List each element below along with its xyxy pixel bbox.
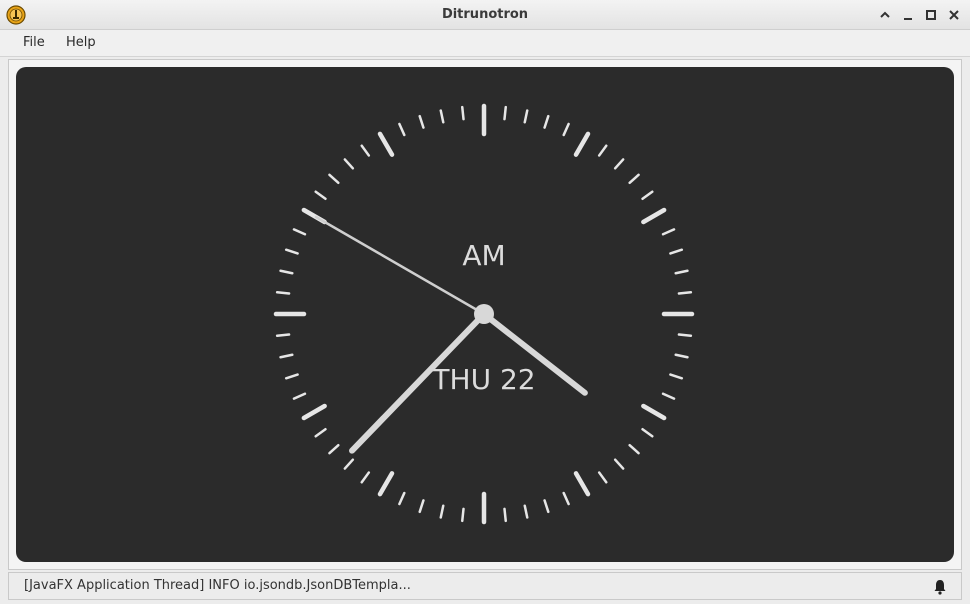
maximize-icon: [926, 10, 936, 20]
minute-tick: [669, 248, 684, 255]
minute-tick: [328, 173, 340, 185]
minute-tick: [360, 144, 371, 157]
bell-icon[interactable]: [933, 579, 947, 595]
minimize-icon: [904, 18, 912, 20]
clock-panel: AM THU 22: [16, 67, 954, 562]
minute-tick: [628, 443, 640, 455]
minute-tick: [360, 471, 371, 484]
minute-tick: [562, 122, 570, 137]
minute-tick: [279, 353, 294, 359]
close-button[interactable]: [945, 6, 963, 24]
minute-tick: [398, 122, 406, 137]
status-message: [JavaFX Application Thread] INFO io.json…: [24, 578, 411, 593]
minute-tick: [503, 507, 507, 523]
second-hand: [314, 215, 486, 316]
hour-tick: [301, 403, 327, 421]
close-icon: [949, 10, 959, 20]
minute-tick: [613, 458, 625, 470]
minute-tick: [641, 190, 654, 201]
minute-tick: [641, 427, 654, 438]
minute-tick: [543, 114, 550, 129]
minute-tick: [613, 158, 625, 170]
minute-tick: [677, 291, 693, 295]
hour-tick: [573, 131, 591, 157]
minute-tick: [343, 458, 355, 470]
period-label: AM: [462, 239, 505, 272]
minute-tick: [343, 158, 355, 170]
analog-clock: AM THU 22: [273, 103, 695, 525]
shade-button[interactable]: [876, 6, 894, 24]
minute-tick: [292, 228, 307, 236]
window-title: Ditrunotron: [441, 7, 529, 22]
minute-tick: [562, 491, 570, 506]
minute-tick: [597, 471, 608, 484]
chevron-up-icon: [880, 11, 890, 18]
window-titlebar[interactable]: Ditrunotron: [0, 0, 970, 30]
minute-tick: [669, 373, 684, 380]
minute-tick: [284, 373, 299, 380]
status-bar: [JavaFX Application Thread] INFO io.json…: [8, 572, 962, 600]
hour-tick: [641, 403, 667, 421]
minute-tick: [439, 504, 445, 519]
minute-tick: [328, 443, 340, 455]
maximize-button[interactable]: [922, 6, 940, 24]
minute-tick: [523, 504, 529, 519]
minute-tick: [503, 105, 507, 121]
minute-tick: [461, 105, 465, 121]
minute-tick: [284, 248, 299, 255]
minute-tick: [543, 499, 550, 514]
minute-tick: [279, 269, 294, 275]
minute-tick: [674, 353, 689, 359]
minute-tick: [314, 427, 327, 438]
minute-tick: [677, 333, 693, 337]
hour-tick: [377, 131, 395, 157]
minute-tick: [439, 109, 445, 124]
minute-tick: [661, 228, 676, 236]
minute-tick: [398, 491, 406, 506]
minute-tick: [418, 499, 425, 514]
minute-tick: [597, 144, 608, 157]
minute-tick: [674, 269, 689, 275]
date-label: THU 22: [431, 363, 535, 396]
menu-help[interactable]: Help: [66, 35, 96, 50]
minute-tick: [418, 114, 425, 129]
minute-tick: [523, 109, 529, 124]
minute-tick: [661, 392, 676, 400]
minute-tick: [461, 507, 465, 523]
minute-tick: [292, 392, 307, 400]
minute-tick: [314, 190, 327, 201]
minute-tick: [275, 333, 291, 337]
minute-tick: [275, 291, 291, 295]
minimize-button[interactable]: [899, 6, 917, 24]
center-pin: [474, 304, 494, 324]
hour-tick: [573, 471, 591, 497]
menu-bar: File Help: [0, 30, 970, 57]
hour-tick: [377, 471, 395, 497]
minute-tick: [628, 173, 640, 185]
menu-file[interactable]: File: [23, 35, 45, 50]
hour-tick: [641, 207, 667, 225]
